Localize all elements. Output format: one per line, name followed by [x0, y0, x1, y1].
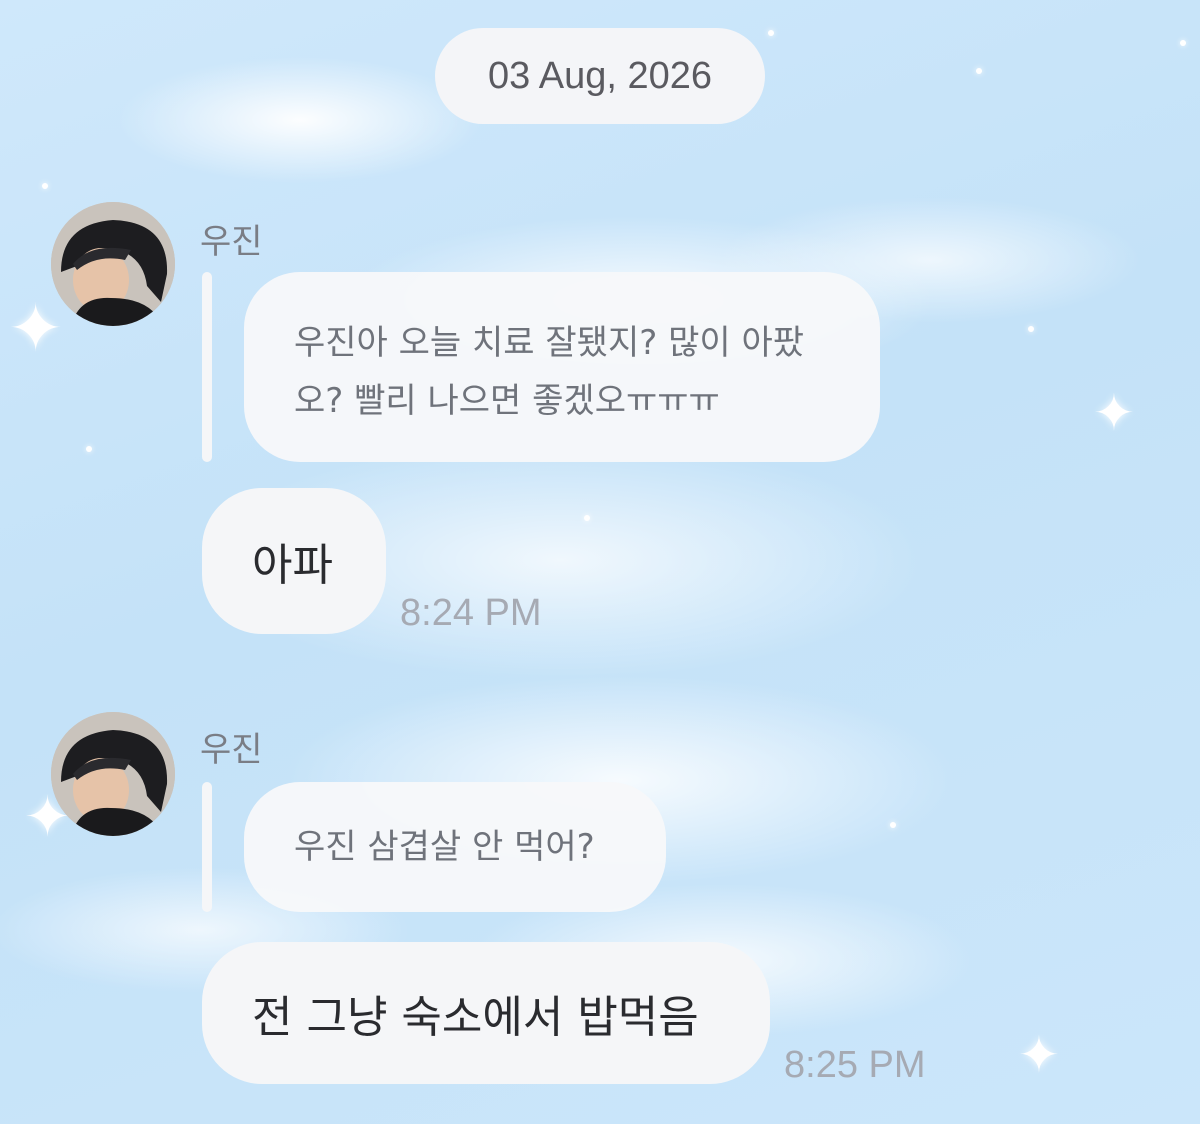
sparkle-icon: ✦	[1093, 384, 1135, 442]
avatar-photo	[51, 202, 175, 326]
sparkle-dot	[890, 822, 896, 828]
sparkle-dot	[42, 183, 48, 189]
date-separator: 03 Aug, 2026	[435, 28, 765, 124]
reply-thread-line	[202, 782, 212, 912]
message-time: 8:24 PM	[400, 592, 542, 634]
sparkle-dot	[584, 515, 590, 521]
message-bubble[interactable]: 아파	[202, 488, 386, 634]
message-bubble[interactable]: 전 그냥 숙소에서 밥먹음	[202, 942, 770, 1084]
message-text: 전 그냥 숙소에서 밥먹음	[252, 992, 699, 1043]
avatar[interactable]	[51, 202, 175, 326]
message-text: 아파	[252, 540, 333, 591]
sparkle-dot	[1180, 40, 1186, 46]
sender-name: 우진	[200, 222, 263, 262]
sparkle-dot	[86, 446, 92, 452]
avatar-photo	[51, 712, 175, 836]
sender-name: 우진	[200, 730, 263, 770]
reply-quote-bubble[interactable]: 우진 삼겹살 안 먹어?	[244, 782, 666, 912]
avatar[interactable]	[51, 712, 175, 836]
sparkle-dot	[976, 68, 982, 74]
reply-quote-bubble[interactable]: 우진아 오늘 치료 잘됐지? 많이 아팠오? 빨리 나으면 좋겠오ㅠㅠㅠ	[244, 272, 880, 462]
message-time: 8:25 PM	[784, 1044, 926, 1086]
sparkle-icon: ✦	[8, 290, 64, 367]
reply-thread-line	[202, 272, 212, 462]
sparkle-dot	[768, 30, 774, 36]
sparkle-dot	[1028, 326, 1034, 332]
sparkle-icon: ✦	[1018, 1026, 1060, 1084]
